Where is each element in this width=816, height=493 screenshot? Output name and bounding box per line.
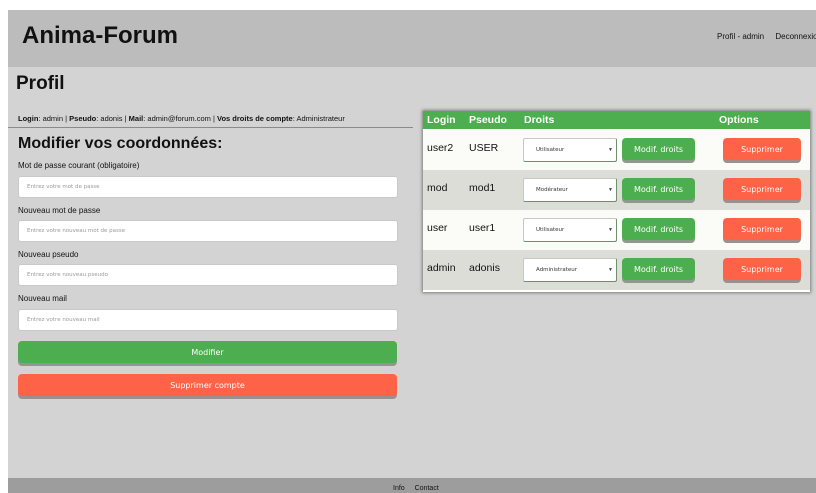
role-select-value: Modérateur <box>536 187 568 193</box>
role-select[interactable]: Utilisateur ▼ <box>523 218 617 242</box>
table-row: mod mod1 Modérateur ▼ Modif. droits Supp… <box>423 170 810 210</box>
rights-label: Vos droits de compte <box>217 114 293 123</box>
chevron-down-icon: ▼ <box>608 187 613 193</box>
footer-contact-link[interactable]: Contact <box>415 485 439 492</box>
role-select-value: Administrateur <box>536 267 577 273</box>
footer-info-link[interactable]: Info <box>393 485 405 492</box>
role-select[interactable]: Modérateur ▼ <box>523 178 617 202</box>
column-header-rights: Droits <box>524 114 555 126</box>
current-password-label: Mot de passe courant (obligatoire) <box>18 161 140 170</box>
new-password-label: Nouveau mot de passe <box>18 206 101 215</box>
row-login: mod <box>427 182 448 194</box>
row-pseudo: adonis <box>469 262 500 274</box>
column-header-options: Options <box>719 114 759 126</box>
pseudo-value: adonis <box>100 114 123 123</box>
users-table: Login Pseudo Droits Options user2 USER U… <box>423 111 810 292</box>
row-login: user2 <box>427 142 454 154</box>
site-title: Anima-Forum <box>22 22 178 49</box>
new-pseudo-input[interactable] <box>18 264 398 286</box>
logout-link[interactable]: Deconnexion <box>775 32 816 41</box>
new-pseudo-label: Nouveau pseudo <box>18 250 79 259</box>
row-login: admin <box>427 262 456 274</box>
site-header: Anima-Forum Profil - admin Deconnexion <box>8 10 816 67</box>
footer-nav: Info Contact <box>393 485 447 492</box>
role-select-value: Utilisateur <box>536 227 565 233</box>
mail-value: admin@forum.com <box>147 114 211 123</box>
modify-rights-button[interactable]: Modif. droits <box>622 218 695 240</box>
pseudo-label: Pseudo <box>69 114 97 123</box>
table-row: user2 USER Utilisateur ▼ Modif. droits S… <box>423 130 810 170</box>
row-pseudo: USER <box>469 142 499 154</box>
new-mail-input[interactable] <box>18 309 398 331</box>
profile-link[interactable]: Profil - admin <box>717 32 764 41</box>
rights-value: Administrateur <box>296 114 345 123</box>
delete-user-button[interactable]: Supprimer <box>723 258 801 280</box>
page: Anima-Forum Profil - admin Deconnexion P… <box>8 10 816 493</box>
divider <box>8 127 413 128</box>
role-select-value: Utilisateur <box>536 147 565 153</box>
modify-rights-button[interactable]: Modif. droits <box>622 138 695 160</box>
column-header-pseudo: Pseudo <box>469 114 507 126</box>
modify-rights-button[interactable]: Modif. droits <box>622 258 695 280</box>
account-info: Login: admin | Pseudo: adonis | Mail: ad… <box>18 114 345 123</box>
table-row: user user1 Utilisateur ▼ Modif. droits S… <box>423 210 810 250</box>
delete-account-button[interactable]: Supprimer compte <box>18 374 397 396</box>
table-row: admin adonis Administrateur ▼ Modif. dro… <box>423 250 810 290</box>
row-pseudo: user1 <box>469 222 496 234</box>
new-password-input[interactable] <box>18 220 398 242</box>
users-table-header: Login Pseudo Droits Options <box>423 111 810 129</box>
row-login: user <box>427 222 448 234</box>
delete-user-button[interactable]: Supprimer <box>723 218 801 240</box>
site-footer: Info Contact <box>8 478 816 493</box>
delete-user-button[interactable]: Supprimer <box>723 178 801 200</box>
current-password-input[interactable] <box>18 176 398 198</box>
new-mail-label: Nouveau mail <box>18 294 67 303</box>
chevron-down-icon: ▼ <box>608 227 613 233</box>
role-select[interactable]: Administrateur ▼ <box>523 258 617 282</box>
login-label: Login <box>18 114 39 123</box>
modify-rights-button[interactable]: Modif. droits <box>622 178 695 200</box>
chevron-down-icon: ▼ <box>608 267 613 273</box>
header-nav: Profil - admin Deconnexion <box>717 32 816 41</box>
login-value: admin <box>42 114 64 123</box>
role-select[interactable]: Utilisateur ▼ <box>523 138 617 162</box>
mail-label: Mail <box>128 114 144 123</box>
modify-button[interactable]: Modifier <box>18 341 397 363</box>
page-title: Profil <box>16 73 65 94</box>
delete-user-button[interactable]: Supprimer <box>723 138 801 160</box>
form-title: Modifier vos coordonnées: <box>18 135 223 152</box>
chevron-down-icon: ▼ <box>608 147 613 153</box>
row-pseudo: mod1 <box>469 182 496 194</box>
column-header-login: Login <box>427 114 456 126</box>
